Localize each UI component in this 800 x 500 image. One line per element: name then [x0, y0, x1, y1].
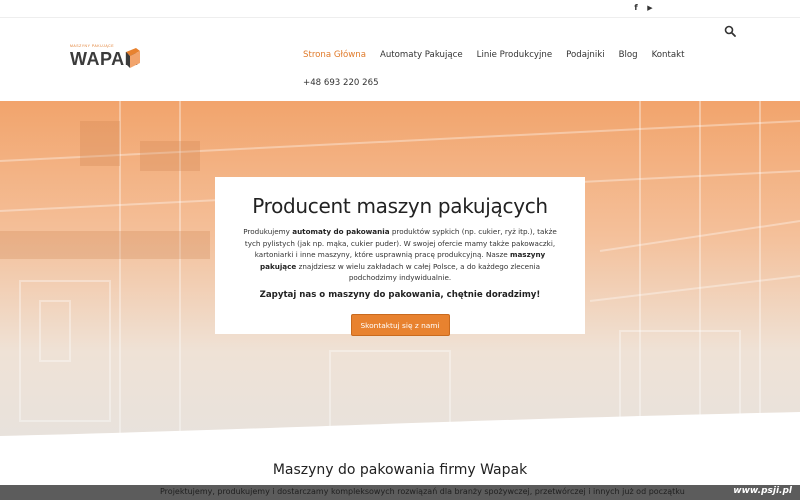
logo-box-icon: [126, 48, 140, 68]
wapak-logo[interactable]: MASZYNY PAKUJĄCE WAPAK: [70, 44, 142, 74]
nav-item-blog[interactable]: Blog: [619, 50, 638, 60]
hero-description: Produkujemy automaty do pakowania produk…: [237, 226, 563, 284]
hero-banner: Producent maszyn pakujących Produkujemy …: [0, 101, 800, 436]
hero-desc-text: znajdziesz w wielu zakładach w całej Pol…: [296, 261, 541, 283]
hero-ask: Zapytaj nas o maszyny do pakowania, chęt…: [259, 289, 541, 300]
phone-number[interactable]: +48 693 220 265: [303, 78, 379, 88]
social-links: f ▶: [632, 3, 654, 13]
section-lead: Projektujemy, produkujemy i dostarczamy …: [160, 487, 685, 496]
nav-item-linie-produkcyjne[interactable]: Linie Produkcyjne: [477, 50, 552, 60]
youtube-icon[interactable]: ▶: [646, 3, 654, 13]
nav-item-podajniki[interactable]: Podajniki: [566, 50, 604, 60]
nav-item-strona-glowna[interactable]: Strona Główna: [303, 50, 366, 60]
search-icon[interactable]: [724, 25, 736, 37]
watermark: www.psji.pl: [733, 486, 792, 496]
top-bar: f ▶: [0, 0, 800, 18]
hero-card: Producent maszyn pakujących Produkujemy …: [215, 177, 585, 336]
hero-desc-bold-1: automaty do pakowania: [292, 227, 390, 236]
hero-desc-text: Produkujemy: [243, 227, 293, 236]
bottom-bar: Projektujemy, produkujemy i dostarczamy …: [0, 485, 800, 500]
hero-wave-divider: [0, 412, 800, 442]
nav-item-automaty-pakujace[interactable]: Automaty Pakujące: [380, 50, 463, 60]
main-nav: Strona Główna Automaty Pakujące Linie Pr…: [303, 50, 685, 60]
logo-tagline: MASZYNY PAKUJĄCE: [70, 44, 115, 48]
facebook-icon[interactable]: f: [632, 3, 640, 13]
contact-button[interactable]: Skontaktuj się z nami: [350, 313, 450, 336]
nav-item-kontakt[interactable]: Kontakt: [652, 50, 685, 60]
site-header: MASZYNY PAKUJĄCE WAPAK Strona Główna Aut…: [0, 18, 800, 101]
hero-title: Producent maszyn pakujących: [252, 194, 548, 218]
section-title: Maszyny do pakowania firmy Wapak: [272, 462, 528, 478]
